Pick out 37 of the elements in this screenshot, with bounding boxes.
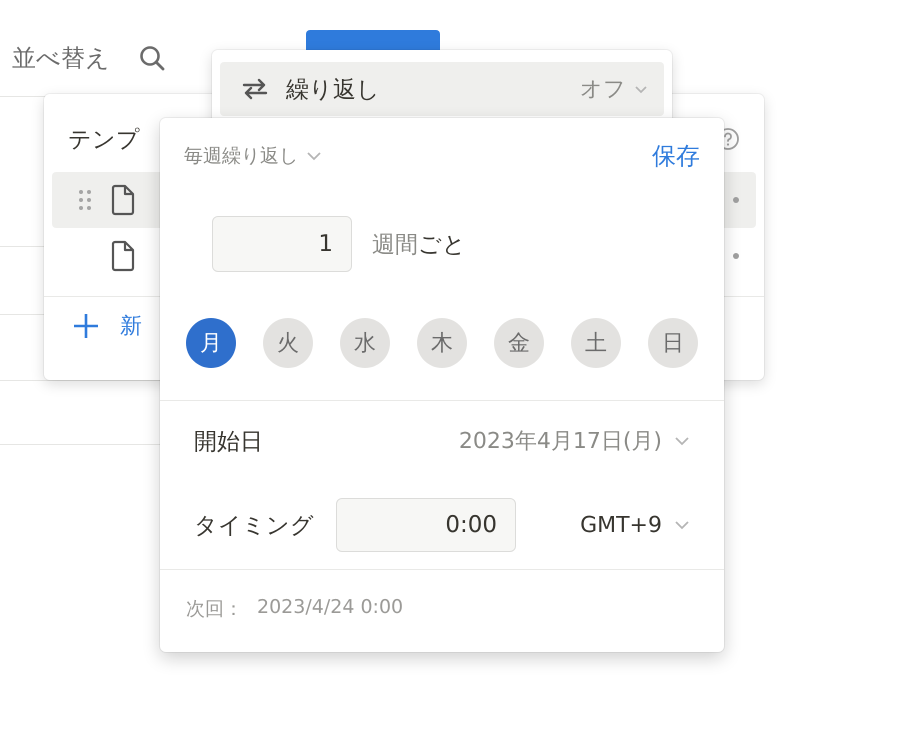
timing-label: タイミング bbox=[194, 512, 314, 540]
sort-label[interactable]: 並べ替え bbox=[12, 42, 110, 74]
chevron-down-icon bbox=[634, 84, 648, 94]
search-icon[interactable] bbox=[138, 44, 166, 72]
save-button[interactable]: 保存 bbox=[652, 140, 700, 172]
weekday-toggle[interactable]: 土 bbox=[571, 318, 621, 368]
interval-field[interactable]: 1 bbox=[212, 216, 352, 272]
timezone-dropdown[interactable]: GMT+9 bbox=[580, 512, 690, 538]
chevron-down-icon bbox=[306, 151, 322, 161]
weekday-toggle[interactable]: 月 bbox=[186, 318, 236, 368]
chevron-down-icon bbox=[674, 520, 690, 530]
document-icon bbox=[110, 240, 136, 272]
more-icon[interactable] bbox=[732, 252, 740, 260]
next-occurrence-value: 2023/4/24 0:00 bbox=[257, 596, 404, 620]
start-date-dropdown[interactable]: 2023年4月17日(月) bbox=[458, 426, 690, 456]
weekday-toggle[interactable]: 金 bbox=[494, 318, 544, 368]
repeat-icon bbox=[240, 77, 270, 101]
more-icon[interactable] bbox=[732, 196, 740, 204]
interval-unit: 週間ごと bbox=[372, 230, 466, 260]
weekday-toggle[interactable]: 水 bbox=[340, 318, 390, 368]
weekday-toggle[interactable]: 火 bbox=[263, 318, 313, 368]
weekday-toggle[interactable]: 木 bbox=[417, 318, 467, 368]
repeat-label: 繰り返し bbox=[286, 76, 380, 104]
repeat-menu-item[interactable]: 繰り返し オフ bbox=[220, 62, 664, 116]
weekday-toggle[interactable]: 日 bbox=[648, 318, 698, 368]
new-template-link[interactable]: 新 bbox=[120, 311, 142, 341]
next-occurrence-label: 次回： bbox=[186, 597, 243, 622]
template-row[interactable] bbox=[52, 172, 160, 228]
frequency-dropdown[interactable]: 毎週繰り返し bbox=[184, 143, 322, 169]
start-date-label: 開始日 bbox=[194, 428, 263, 456]
time-field[interactable]: 0:00 bbox=[336, 498, 516, 552]
chevron-down-icon bbox=[674, 436, 690, 446]
document-icon bbox=[110, 184, 136, 216]
drag-handle-icon[interactable] bbox=[78, 188, 92, 212]
repeat-value: オフ bbox=[580, 76, 626, 104]
panel-title: テンプ bbox=[68, 126, 140, 154]
plus-icon[interactable] bbox=[72, 312, 100, 340]
